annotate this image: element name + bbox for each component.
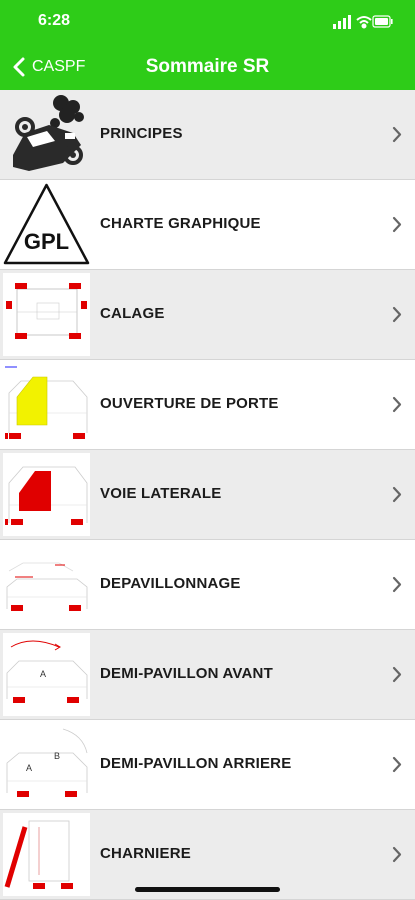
list-item-label: OUVERTURE DE PORTE [100, 395, 279, 412]
front-half-roof-diagram-icon: A [3, 633, 90, 716]
list-item-ouverture-de-porte[interactable]: OUVERTURE DE PORTE [0, 360, 415, 450]
signal-icon [333, 15, 351, 29]
battery-icon [372, 15, 393, 28]
chevron-right-icon [392, 216, 402, 233]
summary-list: PRINCIPES GPL CHARTE GRAPHIQUE CALAGE OU… [0, 90, 415, 900]
list-item-principes[interactable]: PRINCIPES [0, 90, 415, 180]
list-item-depavillonnage[interactable]: DEPAVILLONNAGE [0, 540, 415, 630]
point-a-label: A [40, 669, 46, 679]
car-crash-icon [3, 93, 90, 176]
wifi-icon [356, 16, 372, 29]
chevron-right-icon [392, 756, 402, 773]
list-item-charte-graphique[interactable]: GPL CHARTE GRAPHIQUE [0, 180, 415, 270]
list-item-label: CALAGE [100, 305, 165, 322]
chevron-right-icon [392, 846, 402, 863]
list-item-calage[interactable]: CALAGE [0, 270, 415, 360]
page-title: Sommaire SR [145, 56, 270, 77]
list-item-label: PRINCIPES [100, 125, 183, 142]
calage-diagram-icon [3, 273, 90, 356]
hinge-diagram-icon [3, 813, 90, 896]
status-time: 6:28 [38, 12, 71, 29]
nav-bar: CASPF Sommaire SR [0, 44, 415, 90]
chevron-right-icon [392, 576, 402, 593]
point-a-label: A [26, 763, 32, 773]
chevron-right-icon [392, 396, 402, 413]
gpl-text: GPL [24, 229, 69, 254]
list-item-label: DEPAVILLONNAGE [100, 575, 241, 592]
gpl-warning-icon: GPL [3, 183, 90, 266]
chevron-right-icon [392, 486, 402, 503]
list-item-label: CHARNIERE [100, 845, 191, 862]
list-item-label: DEMI-PAVILLON AVANT [100, 665, 273, 682]
status-icons [333, 15, 393, 29]
list-item-label: VOIE LATERALE [100, 485, 222, 502]
list-item-demi-pavillon-avant[interactable]: A DEMI-PAVILLON AVANT [0, 630, 415, 720]
header: 6:28 CASPF Sommaire SR [0, 0, 415, 90]
rear-half-roof-diagram-icon: A B [3, 723, 90, 806]
status-bar: 6:28 [0, 0, 415, 44]
chevron-right-icon [392, 666, 402, 683]
home-indicator[interactable] [135, 887, 280, 892]
roof-removal-diagram-icon [3, 543, 90, 626]
side-way-diagram-icon [3, 453, 90, 536]
list-item-voie-laterale[interactable]: VOIE LATERALE [0, 450, 415, 540]
point-b-label: B [54, 751, 60, 761]
chevron-right-icon [392, 126, 402, 143]
chevron-right-icon [392, 306, 402, 323]
list-item-label: CHARTE GRAPHIQUE [100, 215, 261, 232]
list-item-label: DEMI-PAVILLON ARRIERE [100, 755, 292, 772]
door-opening-diagram-icon [3, 363, 90, 446]
list-item-demi-pavillon-arriere[interactable]: A B DEMI-PAVILLON ARRIERE [0, 720, 415, 810]
